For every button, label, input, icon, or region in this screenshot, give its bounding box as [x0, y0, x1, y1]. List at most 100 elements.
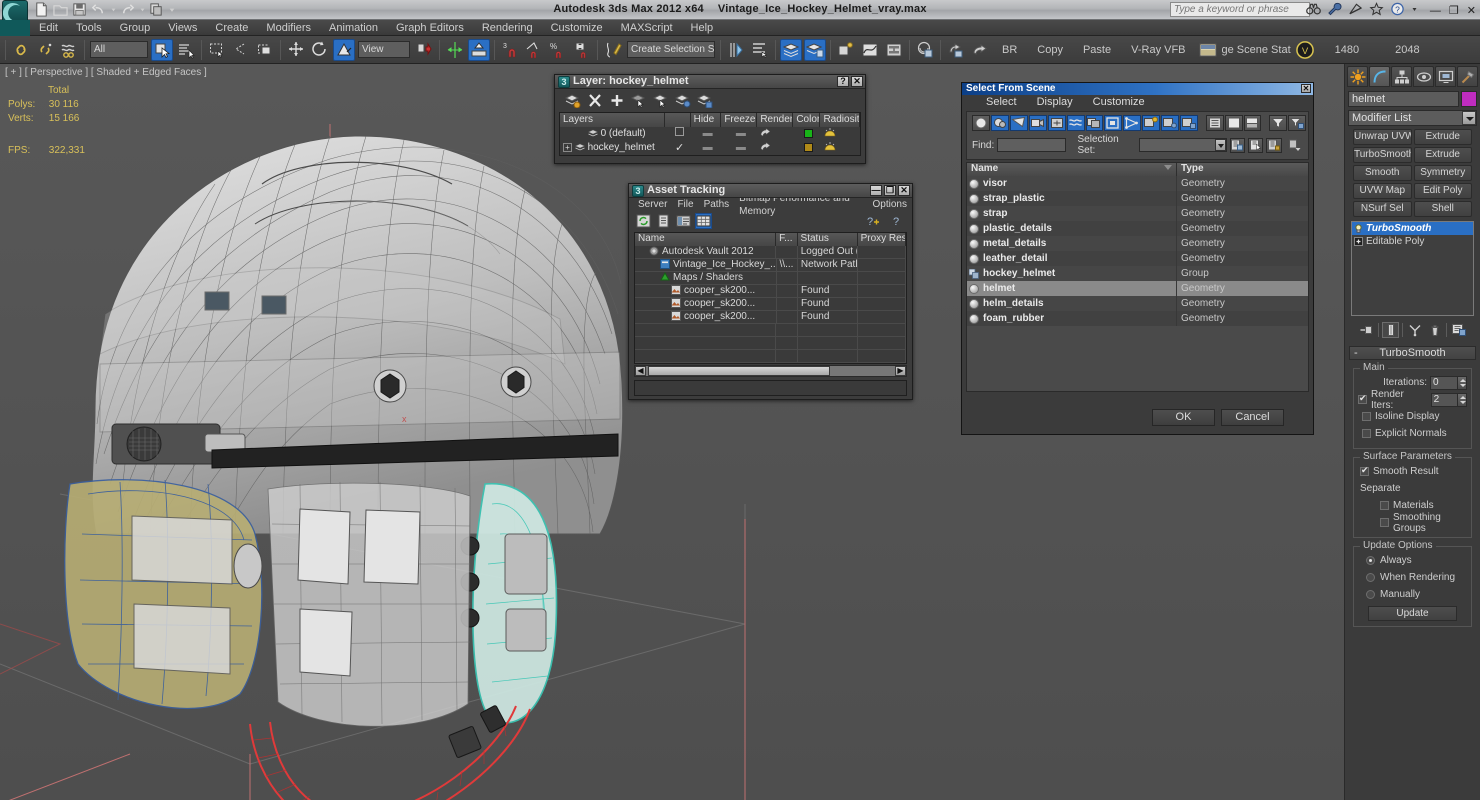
- help-question-icon[interactable]: ?: [889, 213, 906, 229]
- modifier-button-shell[interactable]: Shell: [1413, 201, 1472, 217]
- sfs-list-item[interactable]: strap Geometry: [967, 206, 1308, 221]
- mirror-geometry-icon[interactable]: [725, 39, 747, 61]
- asset-row-name[interactable]: cooper_sk200...: [635, 311, 777, 323]
- fence-selection-region-icon[interactable]: [230, 39, 252, 61]
- wrench-icon[interactable]: [1327, 2, 1343, 18]
- sfs-item-name-cell[interactable]: hockey_helmet: [967, 266, 1177, 281]
- filter-selected-icon[interactable]: [1288, 115, 1306, 131]
- display-frozen-objects-icon[interactable]: [1142, 115, 1161, 131]
- asset-row-name[interactable]: cooper_sk200...: [635, 285, 777, 297]
- layer-current-checkbox[interactable]: ✓: [666, 141, 691, 155]
- search-input[interactable]: Type a keyword or phrase: [1170, 2, 1310, 17]
- asset-horizontal-scrollbar[interactable]: ◀ ▶: [634, 365, 907, 377]
- modifier-button-symmetry[interactable]: Symmetry: [1413, 165, 1472, 181]
- create-new-layer-icon[interactable]: [565, 93, 581, 108]
- vray-vfb-button[interactable]: V-Ray VFB: [1121, 44, 1195, 56]
- sfs-item-name-cell[interactable]: helm_details: [967, 296, 1177, 311]
- asset-tracking-dialog[interactable]: 3 Asset Tracking — ❐ ✕ Server File Paths…: [628, 183, 913, 400]
- grid-view-icon[interactable]: [695, 213, 712, 229]
- sfs-item-name-cell[interactable]: strap: [967, 206, 1177, 221]
- menu-item-customize[interactable]: Customize: [542, 20, 612, 36]
- display-bones-icon[interactable]: [1123, 115, 1142, 131]
- layer-col-radiosity[interactable]: Radiosity: [820, 113, 860, 127]
- menu-item-modifiers[interactable]: Modifiers: [257, 20, 320, 36]
- window-crossing-icon[interactable]: [254, 39, 276, 61]
- modifier-button-nsurf-sel[interactable]: NSurf Sel: [1353, 201, 1412, 217]
- asset-row[interactable]: cooper_sk200... Found: [635, 298, 906, 311]
- delete-selection-set-icon[interactable]: [1266, 137, 1282, 153]
- percent-snap-icon[interactable]: %: [547, 39, 569, 61]
- configure-modifier-sets-icon[interactable]: [1450, 322, 1467, 338]
- asset-minimize-button[interactable]: —: [870, 185, 882, 196]
- asset-row[interactable]: Vintage_Ice_Hockey_... \\... Network Path: [635, 259, 906, 272]
- scroll-left-button[interactable]: ◀: [635, 366, 646, 376]
- iterations-spinner-arrows[interactable]: [1458, 375, 1467, 390]
- sfs-menu-display[interactable]: Display: [1027, 96, 1083, 108]
- render-width-value[interactable]: 1480: [1317, 44, 1377, 56]
- menu-item-help[interactable]: Help: [682, 20, 723, 36]
- isoline-display-checkbox[interactable]: [1362, 412, 1371, 421]
- layer-dialog[interactable]: 3 Layer: hockey_helmet ? ✕ Layers Hide F…: [554, 74, 866, 164]
- layer-hide-toggle[interactable]: ▬: [691, 141, 722, 155]
- rendered-frame-window-icon[interactable]: [969, 39, 991, 61]
- select-link-icon[interactable]: [10, 39, 32, 61]
- render-height-value[interactable]: 2048: [1377, 44, 1437, 56]
- asset-row-name[interactable]: [635, 337, 777, 349]
- help-icon[interactable]: ?: [1390, 2, 1406, 18]
- paste-button[interactable]: Paste: [1073, 44, 1121, 56]
- sfs-item-name-cell[interactable]: foam_rubber: [967, 311, 1177, 326]
- edit-named-selection-icon[interactable]: [602, 39, 624, 61]
- asset-row-name[interactable]: [635, 324, 777, 336]
- render-iters-checkbox[interactable]: [1358, 393, 1367, 404]
- asset-row-name[interactable]: Autodesk Vault 2012: [635, 246, 777, 258]
- modifier-stack[interactable]: TurboSmooth Editable Poly: [1351, 221, 1474, 316]
- asset-col-status[interactable]: Status: [798, 233, 858, 246]
- pivot-center-icon[interactable]: [413, 39, 435, 61]
- toggle-scene-explorer-icon[interactable]: [835, 39, 857, 61]
- layer-current-checkbox[interactable]: [666, 127, 691, 141]
- sfs-item-name-cell[interactable]: helmet: [967, 281, 1177, 296]
- asset-row-name[interactable]: Maps / Shaders: [635, 272, 777, 284]
- display-hidden-objects-icon[interactable]: [1161, 115, 1180, 131]
- tab-motion[interactable]: [1413, 66, 1434, 87]
- layer-row[interactable]: + hockey_helmet ✓ ▬ ▬: [560, 141, 860, 155]
- sfs-list-item[interactable]: helmet Geometry: [967, 281, 1308, 296]
- asset-menu-paths[interactable]: Paths: [699, 198, 735, 211]
- layer-freeze-toggle[interactable]: ▬: [721, 141, 757, 155]
- binoculars-icon[interactable]: [1306, 2, 1322, 18]
- scene-states-icon[interactable]: [1197, 39, 1219, 61]
- favorites-star-icon[interactable]: [1369, 2, 1385, 18]
- layer-freeze-toggle[interactable]: ▬: [721, 127, 757, 141]
- render-iters-spinner-value[interactable]: 2: [1430, 392, 1459, 407]
- copy-button[interactable]: Copy: [1027, 44, 1073, 56]
- menu-item-edit[interactable]: Edit: [30, 20, 67, 36]
- expand-plus-icon[interactable]: [1354, 237, 1363, 246]
- mirror-icon[interactable]: [444, 39, 466, 61]
- add-selection-to-highlighted-layer-icon[interactable]: [697, 93, 713, 108]
- display-children-icon[interactable]: [1180, 115, 1199, 131]
- selection-filter-combo[interactable]: All: [90, 41, 148, 58]
- unlink-selection-icon[interactable]: [34, 39, 56, 61]
- sfs-col-name[interactable]: Name: [967, 163, 1177, 176]
- sfs-menu-select[interactable]: Select: [976, 96, 1027, 108]
- selection-set-combo[interactable]: [1139, 138, 1227, 152]
- br-label[interactable]: BR: [992, 44, 1027, 56]
- manually-radio[interactable]: [1366, 590, 1375, 599]
- layer-manager-icon[interactable]: [780, 38, 802, 61]
- ok-button[interactable]: OK: [1152, 409, 1215, 426]
- menu-item-maxscript[interactable]: MAXScript: [612, 20, 682, 36]
- expand-all-icon[interactable]: [1205, 115, 1224, 131]
- layer-color-swatch[interactable]: [793, 141, 820, 155]
- display-shapes-icon[interactable]: [990, 115, 1009, 131]
- iterations-spinner-value[interactable]: 0: [1430, 375, 1458, 390]
- menu-item-graph-editors[interactable]: Graph Editors: [387, 20, 473, 36]
- tab-create[interactable]: [1347, 66, 1368, 87]
- asset-row[interactable]: [635, 350, 906, 363]
- sfs-item-name-cell[interactable]: metal_details: [967, 236, 1177, 251]
- sfs-col-type[interactable]: Type: [1177, 163, 1308, 176]
- sfs-object-list[interactable]: Name Type visor Geometry strap_plastic Geom…: [966, 162, 1309, 392]
- asset-col-full-path[interactable]: F...: [776, 233, 798, 246]
- menu-item-rendering[interactable]: Rendering: [473, 20, 542, 36]
- delete-layer-icon[interactable]: [587, 93, 603, 108]
- sfs-menu-customize[interactable]: Customize: [1083, 96, 1155, 108]
